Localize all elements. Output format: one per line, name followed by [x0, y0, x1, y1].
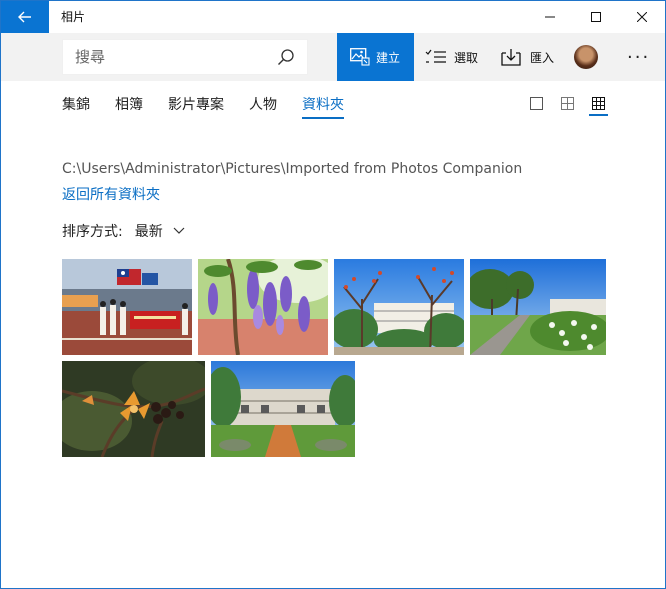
- close-icon: [637, 12, 647, 22]
- select-button[interactable]: 選取: [425, 33, 478, 81]
- photo-thumbnail[interactable]: [470, 259, 606, 355]
- photo-thumbnail[interactable]: [62, 361, 205, 457]
- chevron-down-icon: [173, 227, 185, 234]
- close-button[interactable]: [619, 1, 665, 33]
- select-icon: [425, 49, 446, 63]
- search-icon[interactable]: [277, 48, 295, 66]
- command-bar: 建立 選取 匯入 ···: [1, 33, 665, 81]
- view-medium-icon[interactable]: [560, 96, 576, 112]
- maximize-button[interactable]: [573, 1, 619, 33]
- back-button[interactable]: [1, 1, 49, 33]
- photo-thumbnail[interactable]: [211, 361, 355, 457]
- sort-label: 排序方式:: [62, 224, 123, 240]
- import-button[interactable]: 匯入: [501, 33, 554, 81]
- nav-tabs: 集錦 相簿 影片專案 人物 資料夾: [62, 95, 369, 119]
- folder-path: C:\Users\Administrator\Pictures\Imported…: [62, 161, 523, 177]
- tab-folders[interactable]: 資料夾: [302, 95, 344, 119]
- photo-thumbnail[interactable]: [334, 259, 464, 355]
- photo-thumbnail[interactable]: [198, 259, 328, 355]
- view-small-icon[interactable]: [591, 96, 607, 112]
- tab-people[interactable]: 人物: [249, 95, 277, 117]
- sort-control[interactable]: 排序方式: 最新: [62, 221, 185, 241]
- more-icon[interactable]: ···: [627, 47, 650, 68]
- select-label: 選取: [454, 50, 479, 65]
- account-avatar[interactable]: [574, 45, 598, 69]
- tab-collection[interactable]: 集錦: [62, 95, 90, 117]
- search-input[interactable]: [63, 40, 275, 74]
- import-icon: [501, 49, 521, 66]
- minimize-button[interactable]: [527, 1, 573, 33]
- view-large-icon[interactable]: [529, 96, 545, 112]
- create-button[interactable]: 建立: [337, 33, 414, 81]
- back-arrow-icon: [18, 11, 31, 23]
- photos-window: 相片 建立: [0, 0, 666, 589]
- import-label: 匯入: [530, 50, 555, 65]
- view-active-indicator: [589, 114, 608, 116]
- app-title: 相片: [61, 10, 86, 24]
- tab-video-projects[interactable]: 影片專案: [168, 95, 224, 117]
- title-bar: 相片: [1, 1, 665, 33]
- photo-thumbnail[interactable]: [62, 259, 192, 355]
- create-label: 建立: [376, 50, 401, 65]
- tab-albums[interactable]: 相簿: [115, 95, 143, 117]
- create-icon: [350, 48, 370, 66]
- maximize-icon: [591, 12, 601, 22]
- back-to-folders-link[interactable]: 返回所有資料夾: [62, 184, 160, 204]
- sort-value: 最新: [134, 224, 163, 240]
- minimize-icon: [545, 16, 555, 18]
- search-box: [62, 39, 308, 75]
